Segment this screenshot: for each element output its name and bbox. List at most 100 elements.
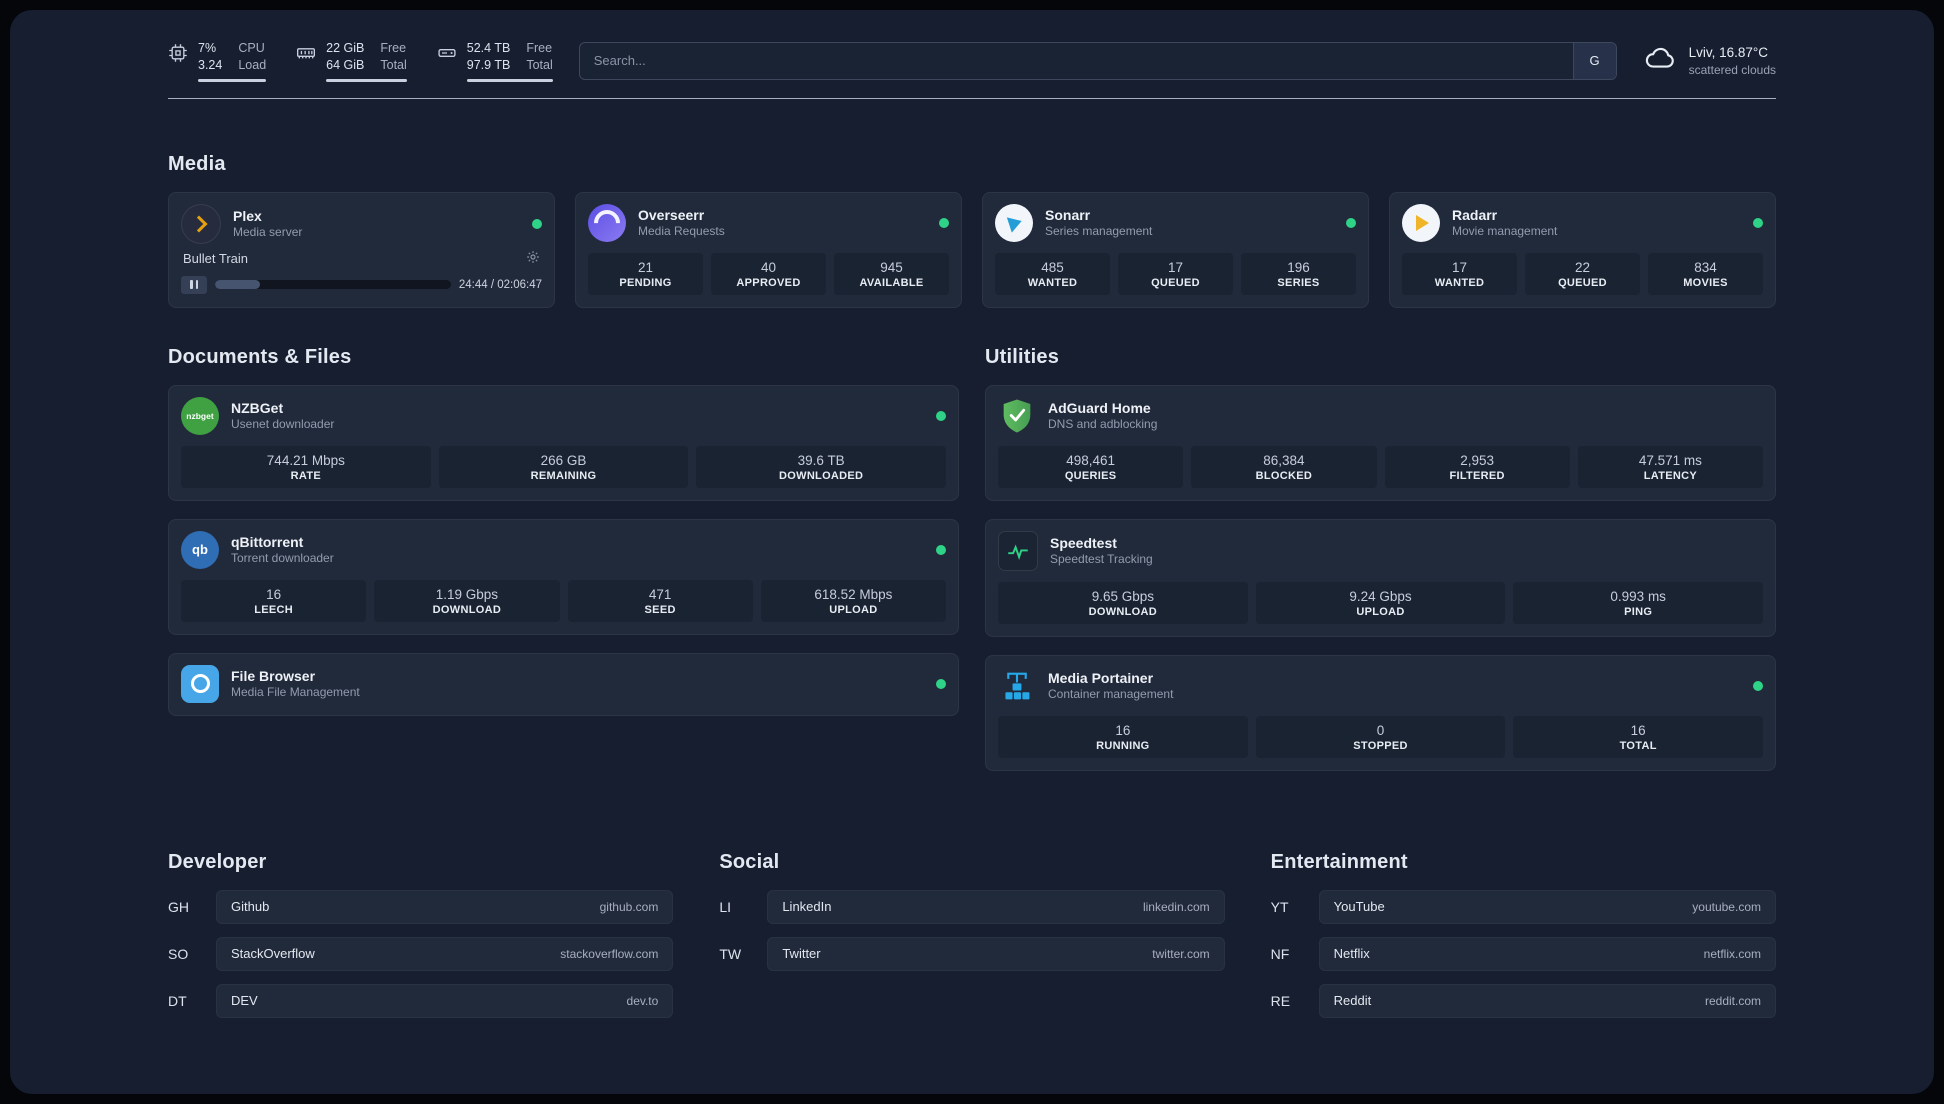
stat-value: 17 xyxy=(1451,259,1468,275)
app-card-speedtest[interactable]: Speedtest Speedtest Tracking 9.65 Gbps D… xyxy=(985,518,1776,637)
stats-row: 16 LEECH 1.19 Gbps DOWNLOAD 471 SEED 618… xyxy=(181,579,946,622)
bookmark-twitter[interactable]: TW Twitter twitter.com xyxy=(719,936,1225,971)
app-description: Speedtest Tracking xyxy=(1050,552,1153,567)
stat-tile: 945 AVAILABLE xyxy=(834,252,949,295)
search-provider-button[interactable]: G xyxy=(1572,42,1616,79)
stat-label: QUERIES xyxy=(1064,469,1117,482)
bookmark-youtube[interactable]: YT YouTube youtube.com xyxy=(1271,889,1776,924)
bookmark-abbr: DT xyxy=(168,992,187,1009)
bookmark-abbr: NF xyxy=(1270,945,1290,962)
bookmark-name: DEV xyxy=(231,993,258,1009)
weather-condition: scattered clouds xyxy=(1688,62,1776,77)
bookmark-github[interactable]: GH Github github.com xyxy=(168,889,674,924)
stat-tile: 471 SEED xyxy=(567,579,753,622)
stat-label: DOWNLOADED xyxy=(779,469,864,482)
stat-value: 16 xyxy=(266,586,282,602)
bookmark-url: dev.to xyxy=(626,993,659,1008)
pause-button[interactable] xyxy=(181,275,207,294)
stat-label: RATE xyxy=(290,469,321,482)
app-text: Sonarr Series management xyxy=(1045,206,1152,240)
player-progress-track[interactable] xyxy=(215,280,451,290)
stat-value: 618.52 Mbps xyxy=(814,586,893,602)
bookmark-netflix[interactable]: NF Netflix netflix.com xyxy=(1270,936,1776,971)
plex-now-playing-widget: Bullet Train 24:44 / 02:06:47 xyxy=(181,248,542,294)
stat-value: 86,384 xyxy=(1263,452,1305,468)
plex-icon xyxy=(181,203,221,244)
stat-value: 266 GB xyxy=(540,452,587,468)
cpu-usage-label: CPU xyxy=(238,41,265,55)
bookmark-reddit[interactable]: RE Reddit reddit.com xyxy=(1271,983,1776,1018)
stat-tile: 266 GB REMAINING xyxy=(438,445,689,488)
app-name: Radarr xyxy=(1452,206,1498,223)
resource-widget-cpu: 7% CPU 3.24 Load xyxy=(168,40,267,82)
app-card-qbittorrent[interactable]: qb qBittorrent Torrent downloader 16 LEE… xyxy=(168,518,959,635)
app-card-portainer[interactable]: Media Portainer Container management 16 … xyxy=(985,654,1776,771)
cpu-load-label: Load xyxy=(238,57,267,72)
status-dot xyxy=(532,218,542,229)
stat-tile: 1.19 Gbps DOWNLOAD xyxy=(374,579,560,622)
app-description: Media Requests xyxy=(638,224,725,239)
gear-icon[interactable] xyxy=(526,250,540,267)
stat-label: FILTERED xyxy=(1449,469,1505,482)
bookmark-dev[interactable]: DT DEV dev.to xyxy=(168,983,674,1018)
cpu-meter xyxy=(198,78,267,82)
stat-tile: 86,384 BLOCKED xyxy=(1191,445,1377,488)
player-top-row: Bullet Train xyxy=(181,248,542,276)
app-card-plex[interactable]: Plex Media server Bullet Train 24:44 / 0… xyxy=(168,191,555,308)
app-description: Series management xyxy=(1045,224,1153,239)
stat-value: 21 xyxy=(637,259,654,275)
stat-tile: 9.65 Gbps DOWNLOAD xyxy=(998,581,1248,624)
app-text: NZBGet Usenet downloader xyxy=(231,399,334,433)
bookmark-name: Github xyxy=(231,899,270,915)
app-card-overseerr[interactable]: Overseerr Media Requests 21 PENDING 40 A… xyxy=(575,191,962,308)
app-name: Media Portainer xyxy=(1048,669,1154,686)
app-name: AdGuard Home xyxy=(1048,399,1151,416)
app-name: qBittorrent xyxy=(231,533,304,550)
app-card-sonarr[interactable]: Sonarr Series management 485 WANTED 17 Q… xyxy=(982,191,1369,308)
app-text: Speedtest Speedtest Tracking xyxy=(1050,534,1153,568)
stat-tile: 17 WANTED xyxy=(1402,252,1517,295)
disk-total-label: Total xyxy=(526,57,553,72)
app-card-radarr[interactable]: Radarr Movie management 17 WANTED 22 QUE… xyxy=(1389,191,1776,308)
bookmark-group-developer: Developer GH Github github.com SO StackO… xyxy=(168,851,674,1031)
card-header: AdGuard Home DNS and adblocking xyxy=(998,397,1763,435)
card-header: File Browser Media File Management xyxy=(181,664,946,703)
bookmark-bar: LinkedIn linkedin.com xyxy=(767,889,1225,924)
stat-tile: 0.993 ms PING xyxy=(1513,581,1764,624)
app-text: Overseerr Media Requests xyxy=(638,206,725,240)
stat-label: MOVIES xyxy=(1683,276,1728,289)
bookmark-linkedin[interactable]: LI LinkedIn linkedin.com xyxy=(719,889,1225,924)
disk-free-value: 52.4 TB xyxy=(466,41,511,55)
cpu-icon xyxy=(168,43,188,63)
search-input[interactable] xyxy=(579,42,1573,79)
app-card-nzbget[interactable]: nzbget NZBGet Usenet downloader 744.21 M… xyxy=(168,384,959,501)
player-progress-row: 24:44 / 02:06:47 xyxy=(181,275,542,294)
bookmark-stackoverflow[interactable]: SO StackOverflow stackoverflow.com xyxy=(168,936,674,971)
app-text: AdGuard Home DNS and adblocking xyxy=(1048,399,1157,433)
stat-value: 2,953 xyxy=(1460,452,1495,468)
app-card-filebrowser[interactable]: File Browser Media File Management xyxy=(168,652,959,716)
app-card-adguard[interactable]: AdGuard Home DNS and adblocking 498,461 … xyxy=(985,384,1776,501)
dashboard-panel: 7% CPU 3.24 Load 22 GiB Free 64 GiB Tota… xyxy=(10,10,1934,1094)
stat-value: 471 xyxy=(648,586,672,602)
player-progress-fill xyxy=(215,280,260,290)
disk-readout: 52.4 TB Free 97.9 TB Total xyxy=(466,40,553,82)
adguard-icon xyxy=(998,397,1036,435)
stats-row: 17 WANTED 22 QUEUED 834 MOVIES xyxy=(1402,252,1763,295)
stat-value: 22 xyxy=(1574,259,1591,275)
stat-tile: 16 TOTAL xyxy=(1513,715,1764,758)
stat-tile: 47.571 ms LATENCY xyxy=(1577,445,1763,488)
stat-value: 196 xyxy=(1287,259,1310,275)
stat-value: 0 xyxy=(1376,722,1385,738)
playback-time: 24:44 / 02:06:47 xyxy=(458,278,542,291)
app-text: Radarr Movie management xyxy=(1452,206,1557,240)
card-header: Radarr Movie management xyxy=(1402,203,1763,242)
disk-total-value: 97.9 TB xyxy=(466,57,511,72)
radarr-icon xyxy=(1402,203,1440,242)
card-header: Overseerr Media Requests xyxy=(588,203,949,242)
bookmark-name: Twitter xyxy=(782,946,821,962)
filebrowser-icon xyxy=(181,664,219,703)
cpu-load-value: 3.24 xyxy=(198,57,223,72)
app-name: Overseerr xyxy=(638,206,705,223)
bookmark-bar: StackOverflow stackoverflow.com xyxy=(216,936,674,971)
